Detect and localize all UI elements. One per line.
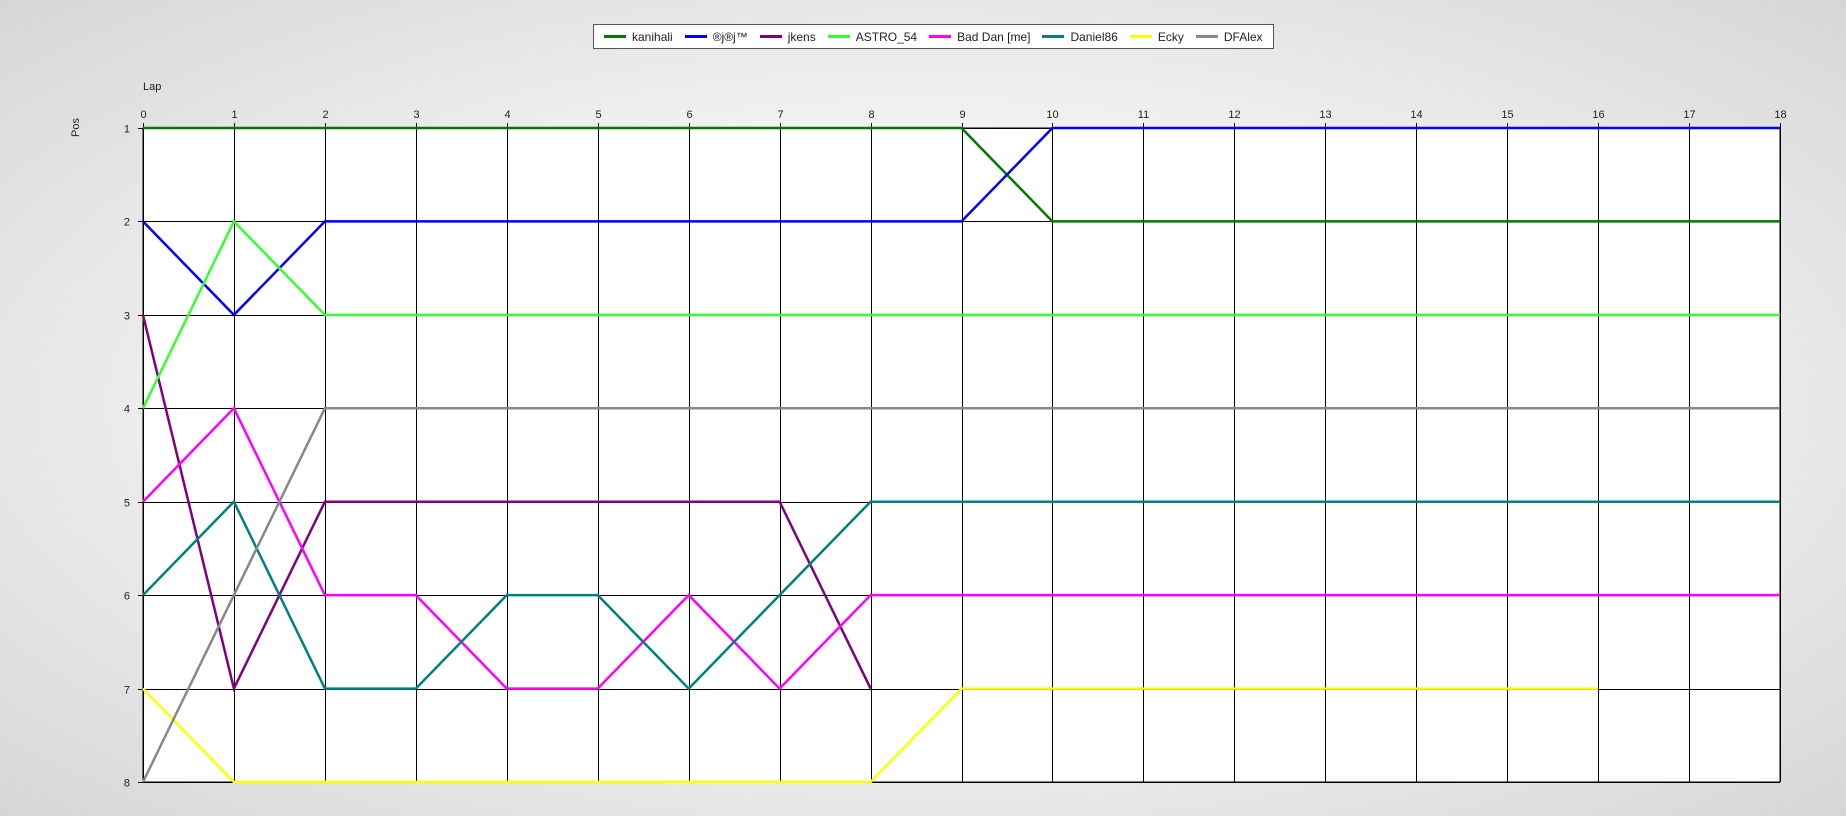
y-tick-label: 4	[124, 404, 130, 416]
plot-background	[142, 127, 1781, 783]
x-tick-label: 12	[1228, 109, 1240, 121]
x-tick-label: 1	[231, 109, 237, 121]
x-tick-label: 16	[1592, 109, 1604, 121]
y-tick-label: 1	[124, 124, 130, 136]
y-tick-label: 3	[124, 311, 130, 323]
x-tick-label: 0	[140, 109, 146, 121]
x-tick-label: 18	[1774, 109, 1786, 121]
x-tick-label: 9	[959, 109, 965, 121]
y-tick-label: 8	[124, 778, 130, 790]
y-tick-label: 2	[124, 217, 130, 229]
x-tick-label: 4	[504, 109, 510, 121]
y-tick-labels: 1 2 3 4 5 6 7 8	[124, 124, 130, 790]
x-tick-label: 8	[868, 109, 874, 121]
plot-area: 0 1 2 3 4 5 6 7 8 9 10 11 12 13 14 15 16 17 18 12345678	[124, 109, 1787, 790]
x-tick-label: 5	[595, 109, 601, 121]
x-tick-label: 17	[1683, 109, 1695, 121]
x-tick-label: 14	[1410, 109, 1422, 121]
y-tick-label: 6	[124, 591, 130, 603]
x-tick-label: 7	[777, 109, 783, 121]
x-tick-label: 13	[1319, 109, 1331, 121]
x-tick-label: 10	[1046, 109, 1058, 121]
chart: kanihali ®j®j™ jkens ASTRO_54 Bad Dan [me] Da…	[0, 0, 1846, 816]
x-tick-label: 11	[1138, 109, 1149, 121]
y-tick-label: 7	[124, 685, 130, 697]
x-tick-labels: 0 1 2 3 4 5 6 7 8 9 10 11 12 13 14 15 16 17 18	[140, 109, 1786, 121]
x-tick-label: 2	[322, 109, 328, 121]
x-tick-label: 6	[686, 109, 692, 121]
x-tick-label: 3	[413, 109, 419, 121]
x-tick-label: 15	[1501, 109, 1513, 121]
y-tick-label: 5	[124, 498, 130, 510]
